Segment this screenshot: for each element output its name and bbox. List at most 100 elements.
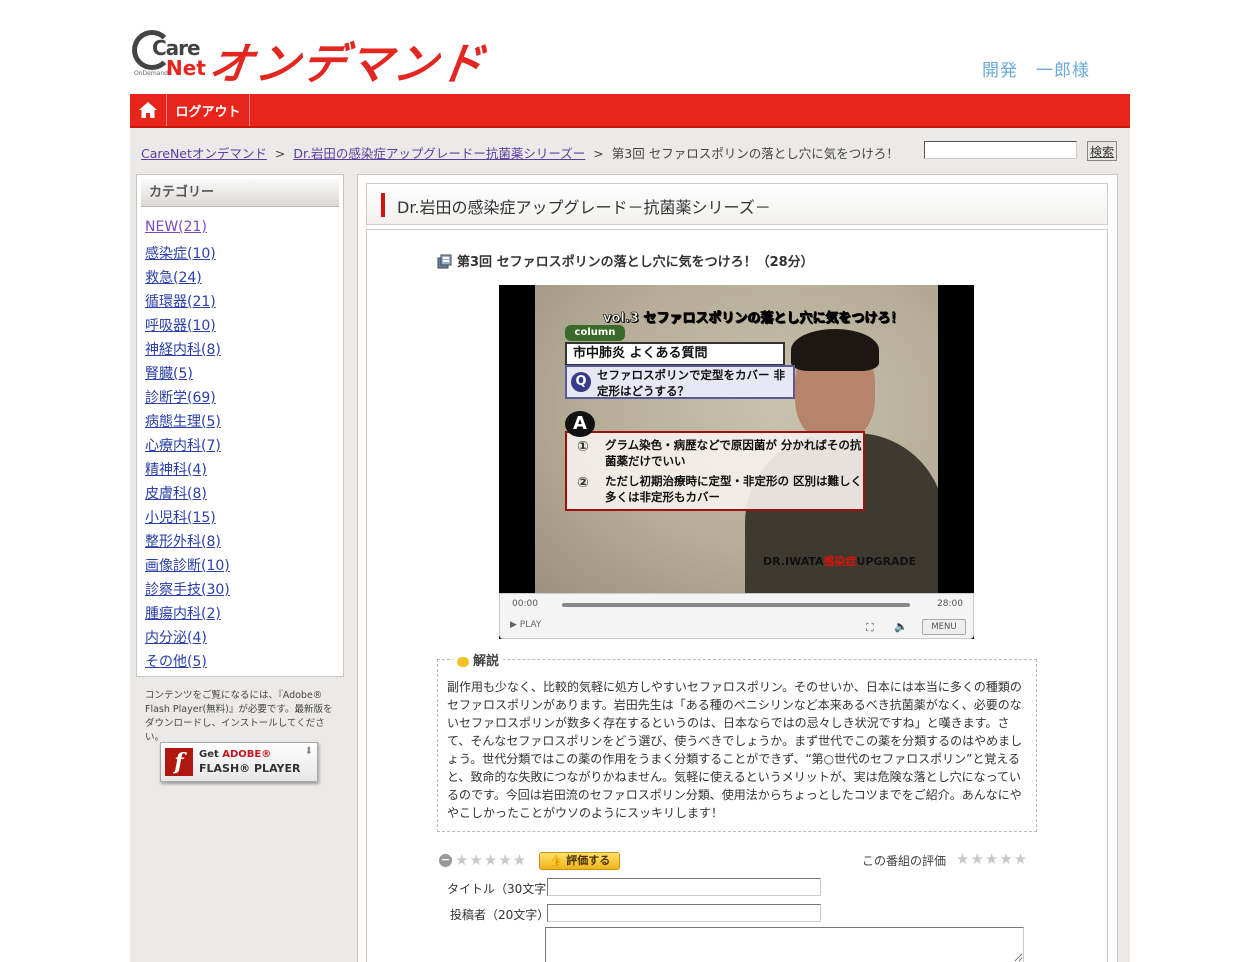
breadcrumb-home-link[interactable]: CareNetオンデマンド bbox=[141, 146, 267, 161]
category-item: 腎臓(5) bbox=[145, 363, 230, 387]
volume-icon[interactable]: 🔈 bbox=[894, 620, 908, 633]
video-headline: vol.3 セファロスポリンの落とし穴に気をつけろ！ bbox=[603, 311, 904, 327]
title-field-label: タイトル（30文字） bbox=[447, 882, 559, 896]
video-answer2-number: ② bbox=[577, 475, 589, 491]
category-item: 循環器(21) bbox=[145, 291, 230, 315]
logo-ondemand-small: OnDemand bbox=[134, 70, 168, 77]
player-controls: 00:00 28:00 ▶ PLAY ⛶ 🔈 MENU bbox=[499, 593, 974, 639]
video-question-box: Q セファロスポリンで定型をカバー 非定形はどうする？ bbox=[565, 365, 795, 399]
breadcrumb-separator: > bbox=[274, 146, 286, 161]
category-item: 小児科(15) bbox=[145, 507, 230, 531]
speech-bubble-icon bbox=[457, 656, 469, 667]
breadcrumb: CareNetオンデマンド > Dr.岩田の感染症アップグレードー抗菌薬シリーズ… bbox=[141, 143, 899, 162]
category-sidebar: カテゴリー NEW(21) 感染症(10) 救急(24) 循環器(21) 呼吸器… bbox=[136, 174, 344, 677]
video-a-mark: A bbox=[565, 411, 595, 437]
category-link-neurology[interactable]: 神経内科(8) bbox=[145, 342, 221, 358]
comment-body-field[interactable] bbox=[545, 927, 1024, 962]
category-link-nephrology[interactable]: 腎臓(5) bbox=[145, 366, 193, 382]
flash-player-note: コンテンツをご覧になるには、『Adobe® Flash Player(無料)』が… bbox=[145, 690, 333, 743]
category-link-other[interactable]: その他(5) bbox=[145, 654, 207, 670]
rating-clear-button[interactable]: − bbox=[439, 854, 452, 867]
carenet-logo[interactable]: Care Net OnDemand bbox=[130, 26, 206, 82]
category-item: 感染症(10) bbox=[145, 243, 230, 267]
author-field-label: 投稿者（20文字） bbox=[450, 908, 550, 922]
get-flash-player-button[interactable]: f Get ADOBE® FLASH® PLAYER ⬇ bbox=[160, 742, 318, 782]
series-title-bar: Dr.岩田の感染症アップグレード－抗菌薬シリーズ－ bbox=[366, 183, 1108, 225]
category-link-endocrinology[interactable]: 内分泌(4) bbox=[145, 630, 207, 646]
video-answer1-text: グラム染色・病歴などで原因菌が 分かればその抗菌薬だけでいい bbox=[605, 438, 862, 468]
home-icon bbox=[139, 102, 157, 118]
seek-bar[interactable] bbox=[562, 603, 910, 607]
category-link-pathophysiology[interactable]: 病態生理(5) bbox=[145, 414, 221, 430]
category-heading: カテゴリー bbox=[141, 179, 339, 207]
username-label: 開発 一郎様 bbox=[982, 61, 1090, 81]
category-item: その他(5) bbox=[145, 651, 230, 675]
category-link-dermatology[interactable]: 皮膚科(8) bbox=[145, 486, 207, 502]
category-link-orthopedics[interactable]: 整形外科(8) bbox=[145, 534, 221, 550]
flash-badge-line1: Get ADOBE® bbox=[199, 749, 271, 760]
logo-net-text: Net bbox=[166, 56, 206, 80]
category-link-respiratory[interactable]: 呼吸器(10) bbox=[145, 318, 216, 334]
category-item: 腫瘍内科(2) bbox=[145, 603, 230, 627]
video-question-text: セファロスポリンで定型をカバー 非定形はどうする？ bbox=[597, 368, 786, 398]
home-button[interactable] bbox=[130, 94, 167, 126]
category-link-infection[interactable]: 感染症(10) bbox=[145, 246, 216, 262]
fullscreen-icon[interactable]: ⛶ bbox=[866, 621, 874, 635]
current-time: 00:00 bbox=[512, 599, 538, 609]
rating-star-input[interactable]: ★★★★★ bbox=[455, 851, 527, 869]
flash-badge-line2: FLASH® PLAYER bbox=[199, 762, 301, 775]
author-field[interactable] bbox=[547, 904, 821, 922]
program-rating-stars: ★★★★★ bbox=[956, 850, 1029, 868]
category-link-psychosomatic[interactable]: 心療内科(7) bbox=[145, 438, 221, 454]
lecturer-hair bbox=[791, 329, 879, 371]
video-player[interactable]: vol.3 セファロスポリンの落とし穴に気をつけろ！ column 市中肺炎 よ… bbox=[499, 285, 974, 639]
player-menu-button[interactable]: MENU bbox=[922, 619, 966, 635]
category-item: 画像診断(10) bbox=[145, 555, 230, 579]
video-footer-red: 感染症 bbox=[823, 555, 857, 568]
video-q-mark: Q bbox=[571, 372, 591, 392]
category-item: 診察手技(30) bbox=[145, 579, 230, 603]
video-column-tag: column bbox=[565, 325, 625, 341]
title-field[interactable] bbox=[547, 878, 821, 896]
video-answer1-number: ① bbox=[577, 439, 589, 455]
main-nav-bar: ログアウト bbox=[130, 94, 1130, 128]
category-link-pediatrics[interactable]: 小児科(15) bbox=[145, 510, 216, 526]
flash-badge-adobe: ADOBE® bbox=[222, 749, 272, 760]
episode-title: 第3回 セファロスポリンの落とし穴に気をつけろ！（28分） bbox=[457, 255, 814, 270]
video-footer-suffix: UPGRADE bbox=[856, 555, 917, 568]
video-subtitle: 市中肺炎 よくある質問 bbox=[565, 342, 785, 366]
category-link-imaging[interactable]: 画像診断(10) bbox=[145, 558, 230, 574]
category-link-diagnostics[interactable]: 診断学(69) bbox=[145, 390, 216, 406]
flash-badge-get: Get bbox=[199, 749, 219, 760]
category-item: 神経内科(8) bbox=[145, 339, 230, 363]
video-footer-logo: DR.IWATA感染症UPGRADE bbox=[763, 553, 916, 569]
category-link-cardiology[interactable]: 循環器(21) bbox=[145, 294, 216, 310]
program-rating-label: この番組の評価 bbox=[862, 854, 947, 868]
description-heading-text: 解説 bbox=[473, 654, 500, 669]
logo-title: オンデマンド bbox=[205, 39, 489, 90]
search-input[interactable] bbox=[924, 141, 1077, 159]
breadcrumb-separator: > bbox=[593, 146, 604, 161]
category-link-examination[interactable]: 診察手技(30) bbox=[145, 582, 230, 598]
rate-button-label: 評価する bbox=[566, 854, 611, 867]
play-button[interactable]: ▶ PLAY bbox=[510, 620, 541, 630]
series-title: Dr.岩田の感染症アップグレード－抗菌薬シリーズ－ bbox=[397, 198, 771, 217]
category-link-new[interactable]: NEW(21) bbox=[145, 219, 207, 235]
site-header: Care Net OnDemand オンデマンド 開発 一郎様 bbox=[130, 0, 1130, 94]
logout-button[interactable]: ログアウト bbox=[167, 94, 250, 126]
video-frame[interactable]: vol.3 セファロスポリンの落とし穴に気をつけろ！ column 市中肺炎 よ… bbox=[535, 285, 938, 593]
category-item: 心療内科(7) bbox=[145, 435, 230, 459]
category-item: 皮膚科(8) bbox=[145, 483, 230, 507]
category-item: 精神科(4) bbox=[145, 459, 230, 483]
category-item: 診断学(69) bbox=[145, 387, 230, 411]
category-link-oncology[interactable]: 腫瘍内科(2) bbox=[145, 606, 221, 622]
breadcrumb-series-link[interactable]: Dr.岩田の感染症アップグレードー抗菌薬シリーズー bbox=[293, 146, 585, 161]
category-item: 呼吸器(10) bbox=[145, 315, 230, 339]
video-footer-prefix: DR.IWATA bbox=[763, 555, 824, 568]
video-answer-box: ① グラム染色・病歴などで原因菌が 分かればその抗菌薬だけでいい ② ただし初期… bbox=[565, 431, 865, 511]
category-link-emergency[interactable]: 救急(24) bbox=[145, 270, 202, 286]
category-link-psychiatry[interactable]: 精神科(4) bbox=[145, 462, 207, 478]
search-button[interactable]: 検索 bbox=[1087, 141, 1117, 161]
description-text: 副作用も少なく、比較的気軽に処方しやすいセファロスポリン。そのせいか、日本には本… bbox=[447, 680, 1023, 820]
rate-button[interactable]: 👍 評価する bbox=[539, 852, 620, 870]
